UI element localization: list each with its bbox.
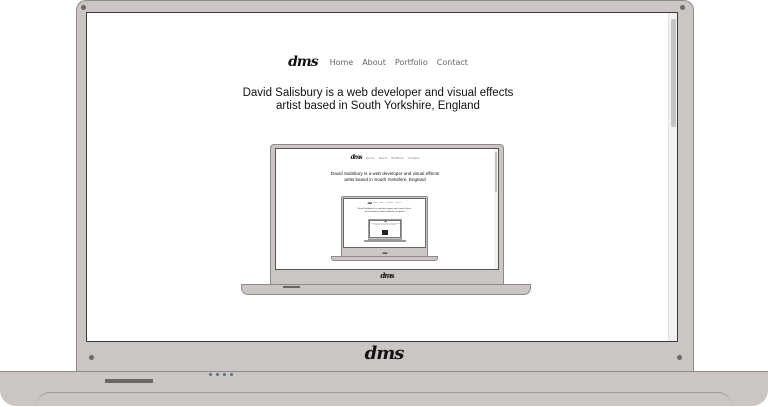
laptop-base-groove xyxy=(36,392,732,407)
preview3-laptop-screen: dms David Salisbury is a web developer a… xyxy=(369,220,401,238)
status-led-4 xyxy=(230,373,233,376)
preview2-nav: dms Home About Portfolio Contact xyxy=(344,201,425,205)
hero-headline: David Salisbury is a web developer and v… xyxy=(87,87,669,113)
hero-headline-line-2: artist based in South Yorkshire, England xyxy=(276,100,480,112)
preview-scrollbar-thumb xyxy=(495,152,497,192)
nav-link-home[interactable]: Home xyxy=(330,58,354,67)
nav-link-contact[interactable]: Contact xyxy=(437,58,468,67)
preview2-headline: David Salisbury is a web developer and v… xyxy=(344,208,425,213)
preview2-nav-home: Home xyxy=(373,202,378,204)
preview2-nav-portfolio: Portfolio xyxy=(386,202,394,204)
preview-nav-about: About xyxy=(378,155,388,160)
preview2-nav-about: About xyxy=(379,202,385,204)
laptop-port xyxy=(105,379,153,383)
preview-nav: dms Home About Portfolio Contact xyxy=(276,154,494,161)
preview3-laptop-base xyxy=(364,240,406,242)
preview3-logo: dms xyxy=(384,221,387,223)
nav-link-portfolio[interactable]: Portfolio xyxy=(395,58,428,67)
screw-top-left xyxy=(81,5,86,10)
preview2-laptop-logo: dms xyxy=(382,251,388,255)
preview-nav-portfolio: Portfolio xyxy=(391,155,404,160)
status-led-3 xyxy=(223,373,226,376)
scrollbar-thumb[interactable] xyxy=(671,19,676,127)
laptop-logo: dms xyxy=(364,343,405,364)
preview3-inner-screen xyxy=(382,230,388,235)
preview2-laptop-base xyxy=(331,256,438,261)
preview-logo: dms xyxy=(350,154,363,161)
preview2-logo: dms xyxy=(367,201,372,205)
nav-link-about[interactable]: About xyxy=(362,58,386,67)
status-led-1 xyxy=(209,373,212,376)
preview3-headline: David Salisbury is a web developer and v… xyxy=(370,224,400,227)
site-nav: dms Home About Portfolio Contact xyxy=(87,53,669,71)
status-led-2 xyxy=(216,373,219,376)
preview-nav-contact: Contact xyxy=(407,155,420,160)
preview2-headline-line-2: artist based in South Yorkshire, England xyxy=(364,210,405,213)
preview-laptop-logo: dms xyxy=(380,271,394,280)
preview3-headline-line-2: artist based in South Yorkshire, England xyxy=(374,225,396,227)
preview2-nav-contact: Contact xyxy=(395,202,402,204)
preview-nav-home: Home xyxy=(365,155,375,160)
site-logo[interactable]: dms xyxy=(288,54,319,70)
screw-top-right xyxy=(680,5,685,10)
preview-laptop-port xyxy=(283,286,300,288)
preview-headline-line-2: artist based in South Yorkshire, England xyxy=(344,177,426,182)
hero-headline-line-1: David Salisbury is a web developer and v… xyxy=(242,87,514,99)
preview-headline: David Salisbury is a web developer and v… xyxy=(276,171,494,183)
